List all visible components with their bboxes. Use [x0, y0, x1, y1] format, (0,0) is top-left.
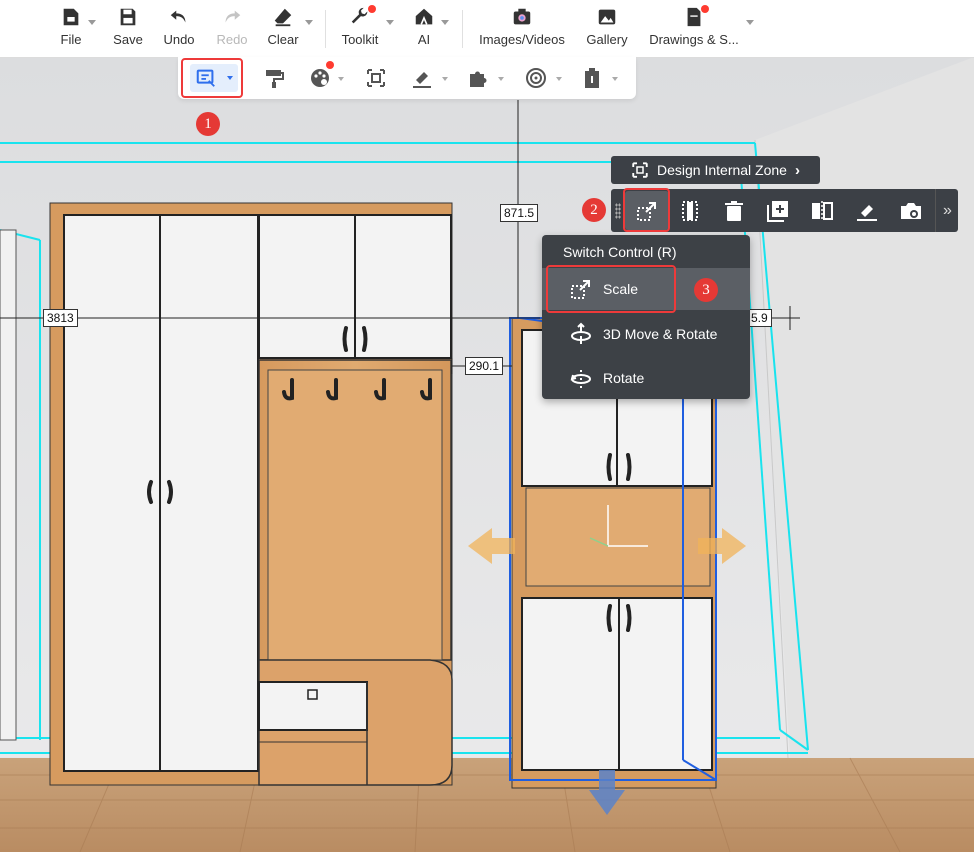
toolkit-notification-dot: [368, 5, 376, 13]
rotate-icon: [570, 370, 591, 388]
ai-dropdown-caret[interactable]: [441, 20, 449, 25]
menu-item-label: Rotate: [603, 370, 645, 386]
frame-select-icon[interactable]: [364, 66, 388, 90]
puzzle-plugin-icon[interactable]: [466, 66, 490, 90]
file-label: File: [60, 32, 82, 47]
palette-notification-dot: [326, 61, 334, 69]
clear-button[interactable]: Clear: [267, 6, 299, 50]
frame-corner-icon: [632, 162, 648, 178]
save-button[interactable]: Save: [113, 6, 143, 50]
design-canvas[interactable]: [0, 0, 974, 852]
drag-handle-icon[interactable]: [615, 203, 621, 219]
design-internal-zone-button[interactable]: Design Internal Zone ›: [611, 156, 820, 184]
target-caret[interactable]: [556, 77, 562, 81]
menu-item-3d-move-rotate[interactable]: 3D Move & Rotate: [542, 313, 750, 355]
ai-label: AI: [417, 32, 431, 47]
build-hammer-icon[interactable]: [854, 199, 880, 223]
ai-house-icon: [415, 8, 433, 25]
step3-badge: 3: [694, 278, 718, 302]
clear-dropdown-caret[interactable]: [305, 20, 313, 25]
images-videos-button[interactable]: Images/Videos: [478, 6, 566, 50]
images-videos-label: Images/Videos: [479, 32, 565, 47]
switch-control-menu: Switch Control (R) Scale 3D Move & Rotat…: [542, 235, 750, 399]
drawings-notification-dot: [701, 5, 709, 13]
palette-caret[interactable]: [338, 77, 344, 81]
step3-highlight: [546, 265, 676, 313]
clipboard-caret[interactable]: [612, 77, 618, 81]
drawings-button[interactable]: Drawings & S...: [648, 6, 740, 50]
gallery-button[interactable]: Gallery: [586, 6, 628, 50]
build-caret[interactable]: [442, 77, 448, 81]
paint-roller-icon[interactable]: [262, 66, 286, 90]
plugin-caret[interactable]: [498, 77, 504, 81]
main-toolbar: File Save Undo Redo Clear Toolkit AI Ima…: [0, 0, 974, 58]
design-zone-label: Design Internal Zone: [657, 162, 787, 178]
gallery-label: Gallery: [586, 32, 628, 47]
dimension-right-label[interactable]: 5.9: [748, 309, 772, 327]
step1-badge: 1: [196, 112, 220, 136]
clipboard-icon[interactable]: [580, 66, 604, 90]
undo-icon: [170, 10, 186, 23]
step2-badge: 2: [582, 198, 606, 222]
toolbar-divider: [325, 10, 326, 48]
more-options-chevron-icon[interactable]: »: [935, 189, 959, 232]
ai-button[interactable]: AI: [411, 6, 437, 50]
build-hammer-icon[interactable]: [410, 66, 434, 90]
save-label: Save: [113, 32, 143, 47]
trash-icon[interactable]: [722, 199, 746, 223]
redo-button[interactable]: Redo: [216, 6, 248, 50]
redo-label: Redo: [216, 32, 248, 47]
dimension-width-label[interactable]: 3813: [43, 309, 78, 327]
add-copy-icon[interactable]: [766, 199, 790, 223]
drawings-label: Drawings & S...: [649, 32, 739, 47]
file-button[interactable]: File: [60, 6, 82, 50]
target-rings-icon[interactable]: [524, 66, 548, 90]
move-rotate-icon: [571, 322, 591, 344]
menu-item-label: 3D Move & Rotate: [603, 326, 718, 342]
camera-icon: [513, 8, 531, 25]
home-file-icon: [63, 8, 79, 26]
undo-button[interactable]: Undo: [162, 6, 196, 50]
toolbar-divider: [462, 10, 463, 48]
edit-toolbar: [178, 57, 636, 99]
camera-settings-icon[interactable]: [898, 199, 924, 223]
toolkit-label: Toolkit: [341, 32, 379, 47]
image-gallery-icon: [598, 9, 616, 25]
file-dropdown-caret[interactable]: [88, 20, 96, 25]
step2-highlight: [623, 188, 670, 232]
step1-highlight: [181, 58, 243, 98]
save-icon: [120, 8, 136, 26]
bounding-box-icon[interactable]: [679, 199, 703, 223]
eraser-icon: [274, 8, 292, 27]
dimension-height-label[interactable]: 871.5: [500, 204, 539, 222]
undo-label: Undo: [163, 32, 195, 47]
mirror-icon[interactable]: [810, 199, 834, 223]
drawings-dropdown-caret[interactable]: [746, 20, 754, 25]
clear-label: Clear: [267, 32, 299, 47]
material-palette-icon[interactable]: [308, 66, 332, 90]
menu-title: Switch Control (R): [563, 244, 677, 260]
chevron-right-icon: ›: [794, 161, 800, 179]
toolkit-dropdown-caret[interactable]: [386, 20, 394, 25]
toolkit-button[interactable]: Toolkit: [340, 6, 380, 50]
dimension-side-label[interactable]: 290.1: [465, 357, 504, 375]
menu-item-rotate[interactable]: Rotate: [542, 357, 750, 399]
redo-icon: [225, 10, 241, 23]
